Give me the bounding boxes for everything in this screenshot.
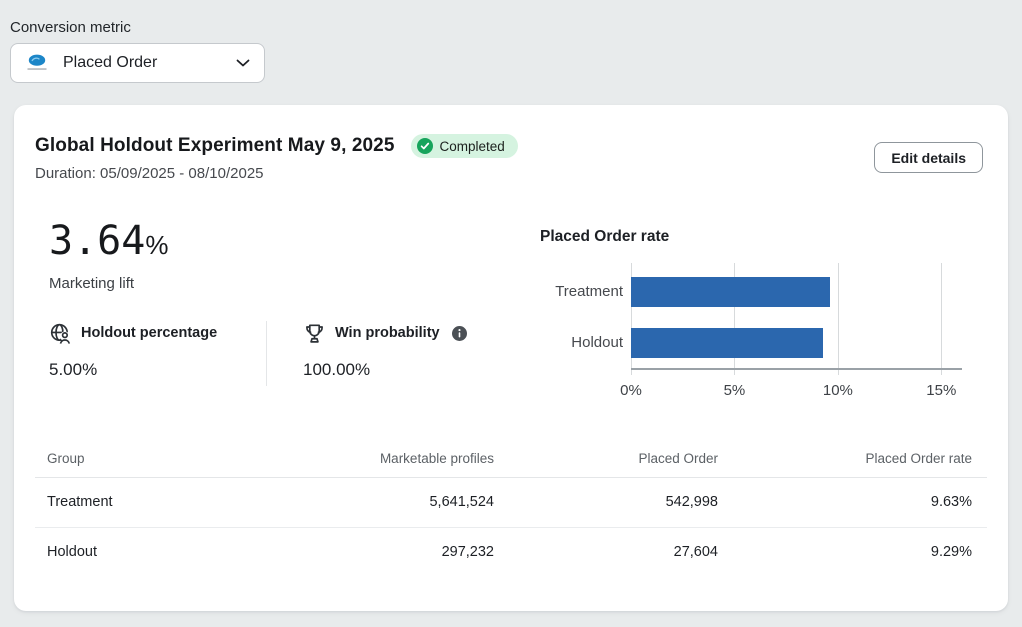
table-cell: 27,604 [494,527,718,577]
table-cell: 5,641,524 [235,477,494,527]
globe-user-icon [49,322,72,345]
info-icon[interactable] [452,326,467,341]
card-header: Global Holdout Experiment May 9, 2025 Co… [35,134,518,158]
chart-tick-label: 0% [620,382,642,399]
chart-gridline [838,263,839,375]
marketing-lift-value: 3.64% [49,218,168,264]
chart-category-label: Treatment [555,277,623,307]
results-table: GroupMarketable profilesPlaced OrderPlac… [35,446,987,577]
edit-details-button[interactable]: Edit details [874,142,983,173]
chart-tick-label: 5% [724,382,746,399]
status-badge: Completed [411,134,518,158]
table-header-row: GroupMarketable profilesPlaced OrderPlac… [35,446,987,477]
marketing-lift-label: Marketing lift [49,275,134,292]
table-cell: 9.63% [718,477,987,527]
chart-tick-label: 10% [823,382,853,399]
chart-category-label: Holdout [571,328,623,358]
chart-title: Placed Order rate [540,228,970,246]
win-probability-label: Win probability [335,325,440,341]
table-cell: Holdout [35,527,235,577]
chart-x-axis [631,368,962,370]
check-circle-icon [417,138,433,154]
placed-order-rate-chart: Placed Order rate TreatmentHoldout 0%5%1… [540,228,970,418]
chart-gridline [941,263,942,375]
status-badge-label: Completed [440,139,505,154]
win-probability-block: Win probability 100.00% [267,321,467,386]
table-header-cell: Marketable profiles [235,446,494,477]
conversion-metric-label: Conversion metric [10,19,131,36]
chart-plot-area: 0%5%10%15% [631,263,962,375]
table-header-cell: Placed Order [494,446,718,477]
holdout-percentage-label: Holdout percentage [81,325,217,341]
table-cell: 297,232 [235,527,494,577]
chart-tick-label: 15% [926,382,956,399]
conversion-metric-selected: Placed Order [63,54,236,72]
chart-bar-holdout [631,328,823,358]
lift-percent-sign: % [145,230,168,260]
trophy-icon [303,322,326,345]
placed-order-integration-icon [24,53,50,73]
conversion-metric-dropdown[interactable]: Placed Order [10,43,265,83]
chevron-down-icon [236,59,250,68]
table-cell: 542,998 [494,477,718,527]
holdout-percentage-value: 5.00% [49,360,266,380]
table-header-cell: Placed Order rate [718,446,987,477]
metrics-row: Holdout percentage 5.00% Win probability [49,321,467,386]
experiment-title: Global Holdout Experiment May 9, 2025 [35,135,395,157]
table-cell: 9.29% [718,527,987,577]
experiment-duration: Duration: 05/09/2025 - 08/10/2025 [35,165,264,182]
table-row: Treatment5,641,524542,9989.63% [35,477,987,527]
chart-bar-treatment [631,277,830,307]
table-row: Holdout297,23227,6049.29% [35,527,987,577]
win-probability-value: 100.00% [303,360,467,380]
experiment-card: Global Holdout Experiment May 9, 2025 Co… [14,105,1008,611]
holdout-percentage-block: Holdout percentage 5.00% [49,321,267,386]
table-header-cell: Group [35,446,235,477]
table-cell: Treatment [35,477,235,527]
